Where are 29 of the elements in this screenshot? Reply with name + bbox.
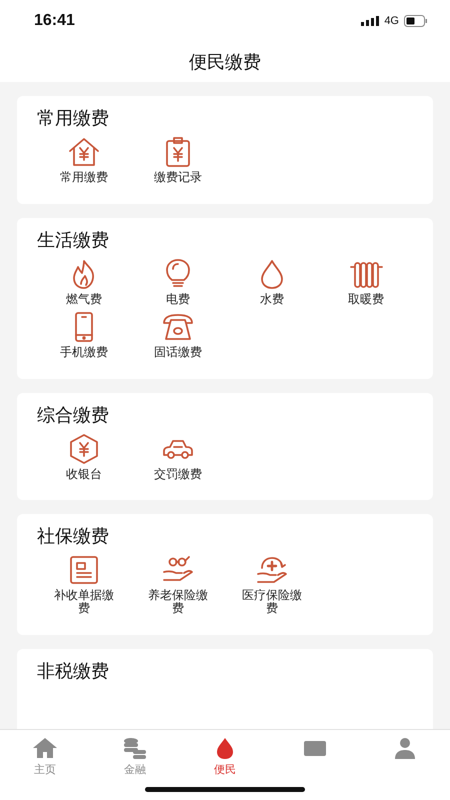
service-item[interactable]: 电费 xyxy=(131,258,225,306)
section-title: 常用缴费 xyxy=(37,107,110,130)
service-item[interactable]: 燃气费 xyxy=(37,258,131,306)
person-icon xyxy=(392,736,418,760)
service-item[interactable]: 补收单据缴费 xyxy=(37,554,131,615)
network-label: 4G xyxy=(384,15,399,27)
service-item[interactable]: 取暖费 xyxy=(319,258,413,306)
house-yen-icon xyxy=(66,136,102,168)
service-item[interactable]: 水费 xyxy=(225,258,319,306)
service-item[interactable]: 医疗保险缴费 xyxy=(225,554,319,615)
service-item[interactable]: 手机缴费 xyxy=(37,311,131,359)
section-title: 非税缴费 xyxy=(37,660,110,683)
coins-icon xyxy=(122,736,148,760)
house-icon xyxy=(32,736,58,760)
status-time: 16:41 xyxy=(34,12,75,30)
service-item[interactable]: 交罚缴费 xyxy=(131,432,225,480)
service-item[interactable]: 缴费记录 xyxy=(131,136,225,184)
service-item[interactable]: 收银台 xyxy=(37,432,131,480)
service-item[interactable]: 常用缴费 xyxy=(37,136,131,184)
section-title: 生活缴费 xyxy=(37,228,110,252)
page-title: 便民缴费 xyxy=(189,51,261,74)
section-title: 社保缴费 xyxy=(37,525,110,548)
tab-item[interactable]: 便民 xyxy=(180,730,270,800)
service-item[interactable]: 固话缴费 xyxy=(131,311,225,359)
section-title: 综合缴费 xyxy=(37,404,110,427)
battery-icon xyxy=(404,15,428,27)
service-item[interactable]: 养老保险缴费 xyxy=(131,554,225,615)
signal-icon xyxy=(361,16,380,26)
tab-item[interactable]: 金融 xyxy=(90,730,180,800)
